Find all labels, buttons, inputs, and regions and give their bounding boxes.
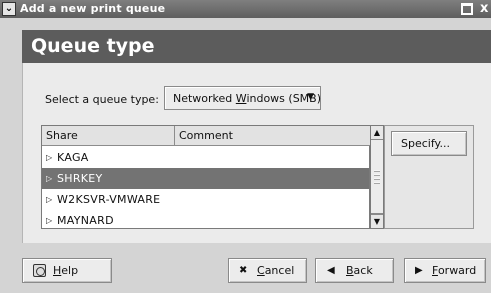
table-row[interactable]: ▷ W2KSVR-VMWARE [42, 189, 369, 210]
caret-down-icon: ▼ [307, 92, 314, 102]
arrow-right-icon: ▶ [415, 265, 423, 276]
triangle-right-icon[interactable]: ▷ [46, 151, 52, 164]
page-header: Queue type [22, 30, 491, 63]
table-row[interactable]: ▷ KAGA [42, 147, 369, 168]
column-header-comment[interactable]: Comment [175, 126, 370, 146]
window-title: Add a new print queue [20, 2, 166, 15]
table-scrollbar[interactable]: ▲ ▼ [370, 125, 384, 229]
column-header-share[interactable]: Share [42, 126, 175, 146]
scrollbar-thumb[interactable] [371, 140, 383, 214]
triangle-right-icon[interactable]: ▷ [46, 172, 52, 185]
page-title: Queue type [31, 35, 155, 57]
queue-type-dropdown[interactable]: Networked Windows (SMB) ▼ [164, 86, 321, 110]
specify-button[interactable]: Specify... [391, 131, 467, 156]
scroll-down-icon[interactable]: ▼ [371, 214, 383, 228]
table-row[interactable]: ▷ MAYNARD [42, 210, 369, 231]
share-name: W2KSVR-VMWARE [57, 193, 161, 206]
help-icon [33, 264, 46, 277]
triangle-right-icon[interactable]: ▷ [46, 214, 52, 227]
share-name: SHRKEY [57, 172, 103, 185]
cancel-icon: ✖ [239, 265, 248, 276]
window-menu-icon: ⌄ [4, 3, 14, 14]
queue-type-selected-value: Networked Windows (SMB) [173, 92, 322, 105]
share-name: KAGA [57, 151, 89, 164]
forward-button[interactable]: ▶ Forward [404, 258, 486, 283]
help-button[interactable]: Help [22, 258, 112, 283]
scroll-up-icon[interactable]: ▲ [371, 126, 383, 140]
window-titlebar: ⌄ Add a new print queue x [0, 0, 491, 18]
table-row[interactable]: ▷ SHRKEY [42, 168, 369, 189]
window-menu-button[interactable]: ⌄ [2, 2, 16, 16]
close-button[interactable]: x [480, 0, 488, 18]
arrow-left-icon: ◀ [327, 265, 335, 276]
queue-type-label: Select a queue type: [45, 93, 159, 106]
maximize-button[interactable] [461, 3, 473, 15]
grip-icon [374, 170, 380, 184]
back-button[interactable]: ◀ Back [315, 258, 394, 283]
cancel-button[interactable]: ✖ Cancel [228, 258, 307, 283]
share-table: Share Comment ▷ KAGA ▷ SHRKEY ▷ W2KSVR-V… [41, 125, 370, 229]
share-name: MAYNARD [57, 214, 114, 227]
triangle-right-icon[interactable]: ▷ [46, 193, 52, 206]
